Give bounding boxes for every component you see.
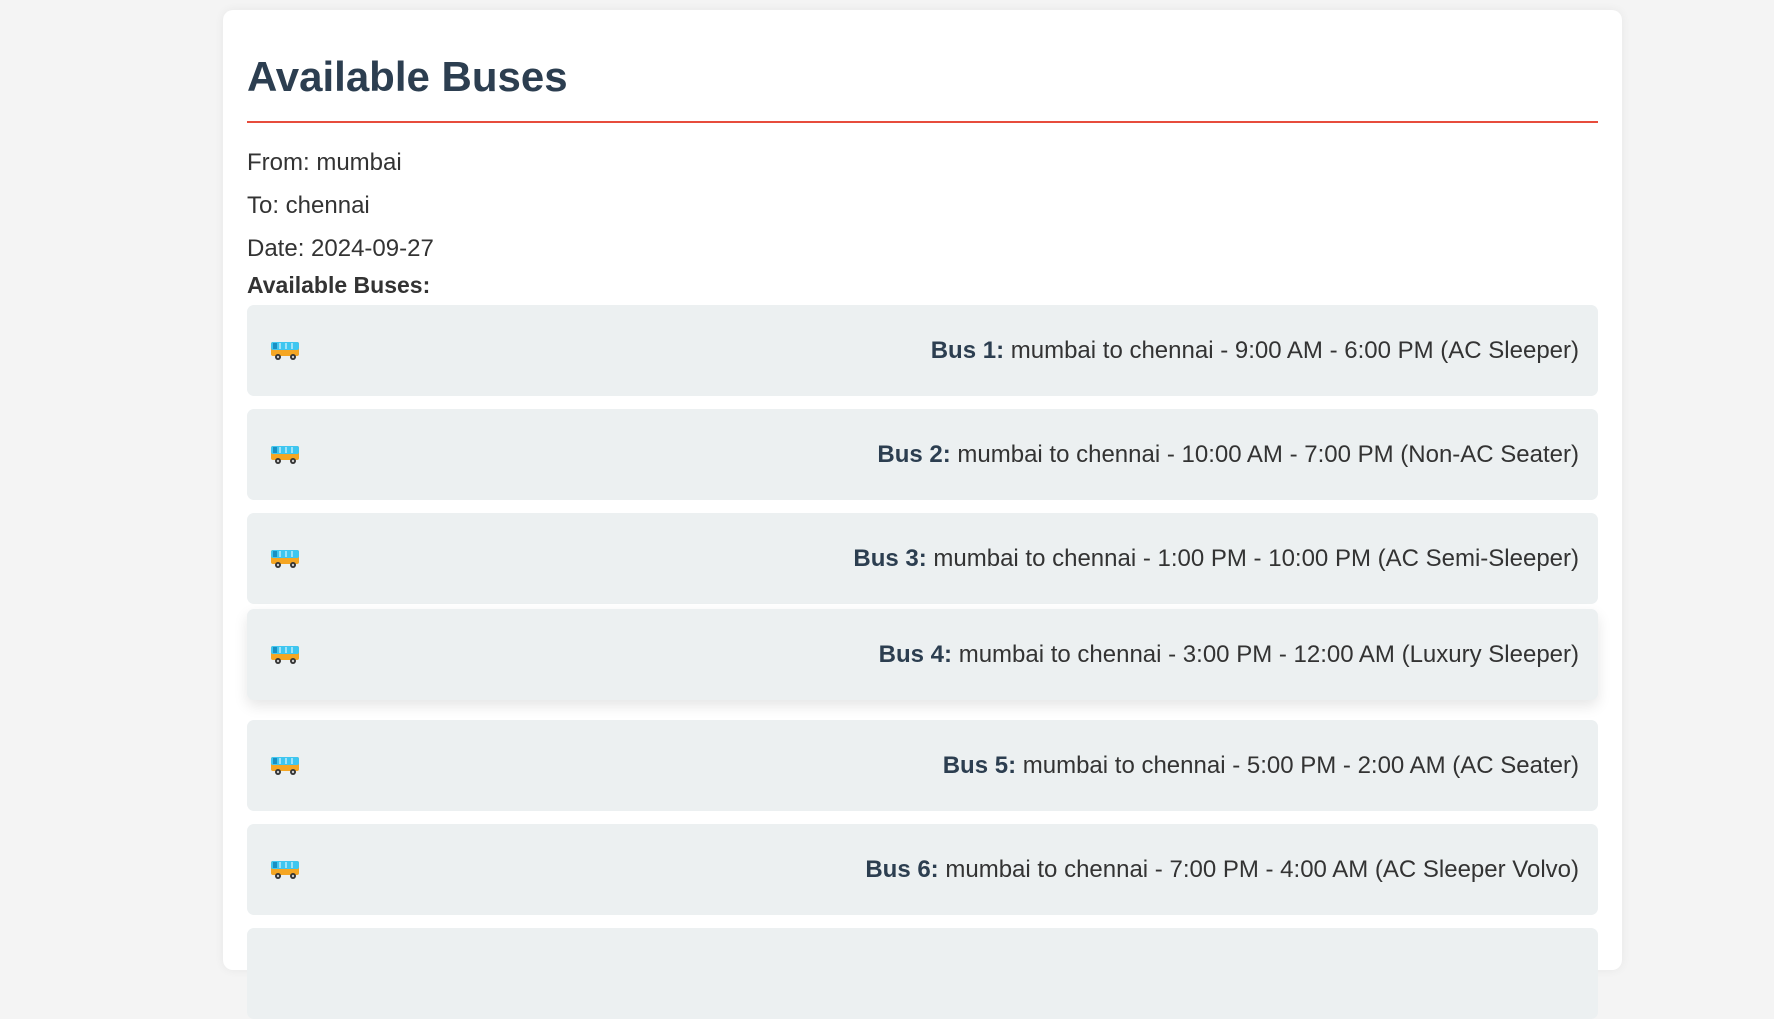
bus-info: Bus 1: mumbai to chennai - 9:00 AM - 6:0… xyxy=(931,337,1579,365)
bus-details: mumbai to chennai - 1:00 PM - 10:00 PM (… xyxy=(926,544,1579,572)
bus-list-item-hovered[interactable]: Bus 4: mumbai to chennai - 3:00 PM - 12:… xyxy=(247,609,1598,700)
bus-icon xyxy=(269,643,301,667)
bus-details: mumbai to chennai - 5:00 PM - 2:00 AM (A… xyxy=(1016,751,1579,779)
bus-info: Bus 4: mumbai to chennai - 3:00 PM - 12:… xyxy=(879,641,1579,669)
bus-list: Bus 1: mumbai to chennai - 9:00 AM - 6:0… xyxy=(247,305,1598,1019)
bus-list-item[interactable]: Bus 6: mumbai to chennai - 7:00 PM - 4:0… xyxy=(247,824,1598,915)
bus-name: Bus 4: xyxy=(878,640,953,668)
bus-name: Bus 2: xyxy=(877,440,951,468)
bus-icon xyxy=(269,858,301,882)
bus-list-item[interactable]: Bus 3: mumbai to chennai - 1:00 PM - 10:… xyxy=(247,513,1598,604)
bus-name: Bus 5: xyxy=(942,751,1017,779)
to-info: To: chennai xyxy=(247,192,370,219)
from-info: From: mumbai xyxy=(247,149,402,176)
bus-details: mumbai to chennai - 9:00 AM - 6:00 PM (A… xyxy=(1004,336,1579,364)
bus-icon xyxy=(269,754,301,778)
title-divider xyxy=(247,121,1598,123)
bus-list-item[interactable]: Bus 2: mumbai to chennai - 10:00 AM - 7:… xyxy=(247,409,1598,500)
date-info: Date: 2024-09-27 xyxy=(247,235,434,262)
bus-info: Bus 5: mumbai to chennai - 5:00 PM - 2:0… xyxy=(943,752,1579,780)
bus-list-item[interactable]: Bus 5: mumbai to chennai - 5:00 PM - 2:0… xyxy=(247,720,1598,811)
bus-details: mumbai to chennai - 3:00 PM - 12:00 AM (… xyxy=(952,640,1579,668)
bus-name: Bus 6: xyxy=(865,855,939,883)
bus-info: Bus 6: mumbai to chennai - 7:00 PM - 4:0… xyxy=(865,856,1579,884)
bus-icon xyxy=(269,443,301,467)
bus-name: Bus 1: xyxy=(930,336,1005,364)
bus-info: Bus 3: mumbai to chennai - 1:00 PM - 10:… xyxy=(853,545,1579,573)
bus-list-item[interactable]: Bus 1: mumbai to chennai - 9:00 AM - 6:0… xyxy=(247,305,1598,396)
bus-icon xyxy=(269,547,301,571)
bus-details: mumbai to chennai - 7:00 PM - 4:00 AM (A… xyxy=(938,855,1579,883)
bus-info: Bus 2: mumbai to chennai - 10:00 AM - 7:… xyxy=(877,441,1579,469)
bus-details: mumbai to chennai - 10:00 AM - 7:00 PM (… xyxy=(950,440,1579,468)
bus-icon xyxy=(269,339,301,363)
bus-list-label: Available Buses: xyxy=(247,272,431,298)
bus-name: Bus 3: xyxy=(853,544,927,572)
results-card: Available Buses From: mumbai To: chennai… xyxy=(223,10,1622,1019)
page-title: Available Buses xyxy=(247,53,568,100)
bus-list-item[interactable] xyxy=(247,928,1598,1019)
